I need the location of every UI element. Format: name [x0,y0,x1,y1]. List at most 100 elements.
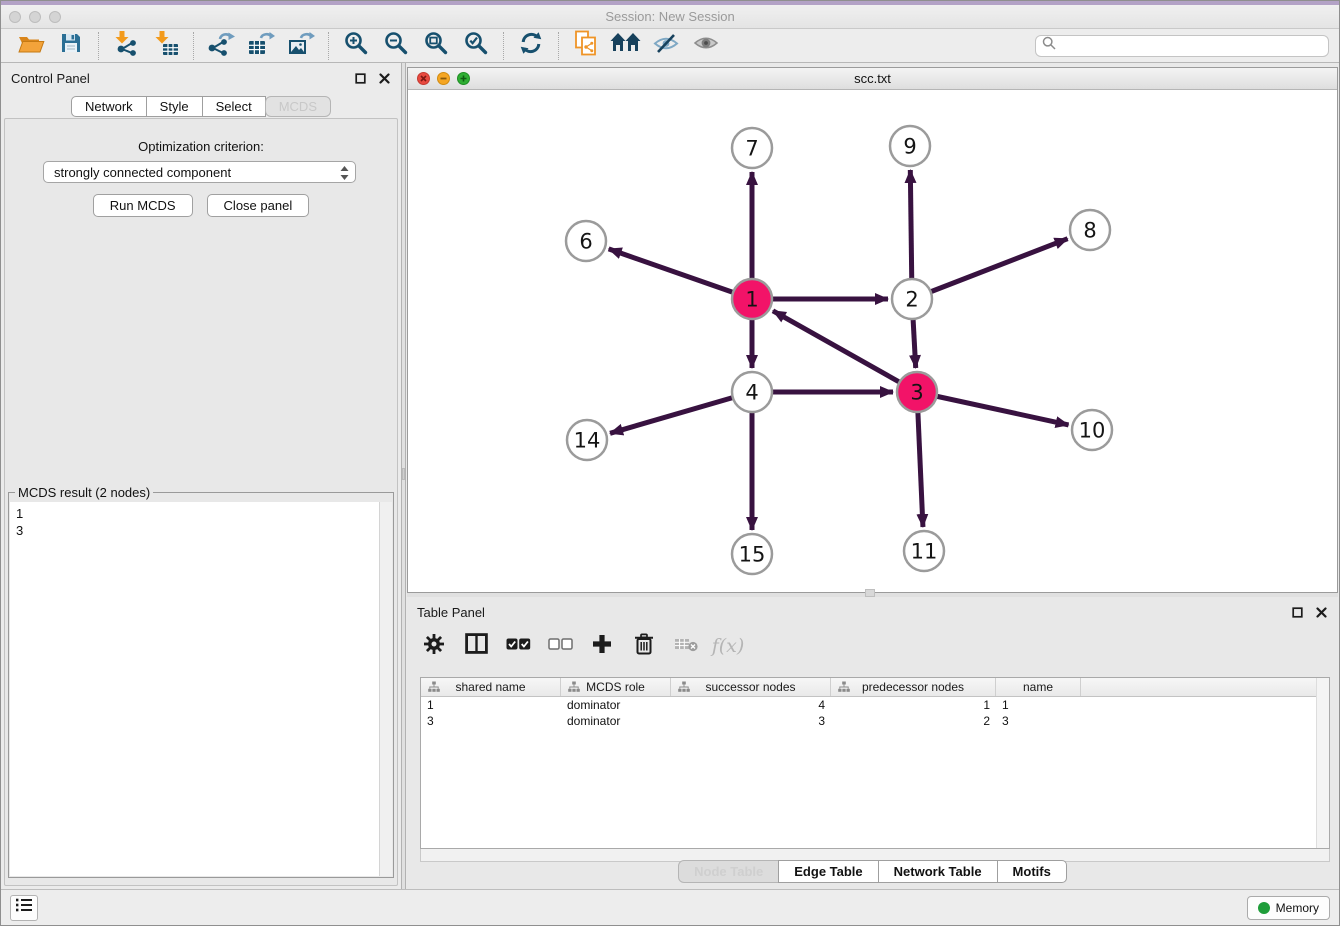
control-panel-header: Control Panel [1,63,401,93]
tab-node-table[interactable]: Node Table [678,860,779,883]
refresh-icon [519,31,543,60]
tab-network[interactable]: Network [71,96,147,117]
table-cell[interactable]: dominator [561,714,671,728]
delete-table-button[interactable] [669,629,703,663]
column-header-shared-name[interactable]: shared name [421,678,561,696]
network-canvas[interactable]: 7968124314101511 [408,90,1337,592]
graph-node-label: 6 [579,230,592,254]
zoom-selected-icon [464,31,488,60]
export-table-button[interactable] [244,31,278,61]
tab-network-table[interactable]: Network Table [878,860,998,883]
table-row[interactable]: 3dominator323 [421,713,1329,729]
copy-view-button[interactable] [569,31,603,61]
export-network-button[interactable] [204,31,238,61]
tab-style[interactable]: Style [146,96,203,117]
graph-edge-4-14[interactable] [610,392,752,433]
zoom-fit-button[interactable] [419,31,453,61]
zoom-selected-button[interactable] [459,31,493,61]
table-cell[interactable]: 3 [996,714,1081,728]
table-vertical-scrollbar[interactable] [1316,678,1329,848]
refresh-view-button[interactable] [514,31,548,61]
memory-label: Memory [1276,901,1319,915]
search-input[interactable] [1060,39,1322,53]
table-cell[interactable]: 1 [831,698,996,712]
control-panel-tabs: NetworkStyleSelectMCDS [1,96,401,117]
close-panel-button[interactable]: Close panel [207,194,310,217]
graph-edge-3-10[interactable] [917,392,1069,425]
tab-mcds[interactable]: MCDS [265,96,331,117]
graph-node-label: 2 [905,288,918,312]
export-table-icon [247,31,275,61]
splitter-grip[interactable] [865,589,875,597]
create-column-button[interactable] [585,629,619,663]
graph-node-label: 8 [1083,219,1096,243]
open-session-button[interactable] [14,31,48,61]
float-panel-icon[interactable] [353,71,367,85]
export-image-button[interactable] [284,31,318,61]
mcds-result-scrollbar[interactable] [379,502,392,876]
graph-node-label: 9 [903,135,916,159]
column-header-successor-nodes[interactable]: successor nodes [671,678,831,696]
function-builder-button[interactable]: f(x) [711,629,745,663]
table-cell[interactable]: dominator [561,698,671,712]
close-traffic-light[interactable] [9,11,21,23]
close-panel-icon[interactable] [377,71,391,85]
zoom-out-button[interactable] [379,31,413,61]
minimize-traffic-light[interactable] [29,11,41,23]
show-columns-button[interactable] [459,629,493,663]
table-cell[interactable]: 2 [831,714,996,728]
zoom-in-icon [344,31,368,60]
import-network-button[interactable] [109,31,143,61]
minimize-window-icon[interactable] [437,72,450,85]
tab-edge-table[interactable]: Edge Table [778,860,878,883]
application-window: Session: New Session [0,0,1340,926]
home-fit-button[interactable] [609,31,643,61]
export-image-icon [287,31,315,61]
column-header-mcds-role[interactable]: MCDS role [561,678,671,696]
select-all-columns-button[interactable] [501,629,535,663]
maximize-window-icon[interactable] [457,72,470,85]
hide-selected-button[interactable] [649,31,683,61]
table-options-button[interactable] [417,629,451,663]
tab-select[interactable]: Select [202,96,266,117]
table-panel: Table Panel [407,597,1338,889]
show-all-button[interactable] [689,31,723,61]
memory-button[interactable]: Memory [1247,896,1330,920]
table-cell[interactable]: 3 [671,714,831,728]
optimization-criterion-select[interactable]: strongly connected component [43,161,356,183]
mcds-result-item: 1 [16,505,373,522]
run-mcds-button[interactable]: Run MCDS [93,194,193,217]
column-header-predecessor-nodes[interactable]: predecessor nodes [831,678,996,696]
close-panel-icon[interactable] [1314,605,1328,619]
graph-edge-1-6[interactable] [609,249,752,299]
task-history-button[interactable] [10,895,38,921]
import-table-button[interactable] [149,31,183,61]
tab-motifs[interactable]: Motifs [997,860,1067,883]
float-panel-icon[interactable] [1290,605,1304,619]
graph-edge-3-1[interactable] [773,311,917,392]
copy-document-icon [574,30,598,62]
column-header-name[interactable]: name [996,678,1081,696]
splitter-grip[interactable] [402,468,405,480]
save-floppy-icon [60,32,82,59]
column-header-label: MCDS role [586,680,645,694]
table-body: 1dominator4113dominator323 [421,697,1329,729]
table-cell[interactable]: 3 [421,714,561,728]
show-eye-icon [693,33,719,58]
delete-columns-button[interactable] [627,629,661,663]
table-cell[interactable]: 1 [421,698,561,712]
graph-node-label: 7 [745,137,758,161]
table-row[interactable]: 1dominator411 [421,697,1329,713]
plus-icon [592,634,612,659]
close-window-icon[interactable] [417,72,430,85]
network-window-titlebar[interactable]: scc.txt [408,68,1337,90]
zoom-in-button[interactable] [339,31,373,61]
table-cell[interactable]: 4 [671,698,831,712]
zoom-traffic-light[interactable] [49,11,61,23]
home-network-icon [610,32,642,59]
save-session-button[interactable] [54,31,88,61]
deselect-all-columns-button[interactable] [543,629,577,663]
table-cell[interactable]: 1 [996,698,1081,712]
graph-edge-2-8[interactable] [912,239,1068,299]
network-window-title: scc.txt [408,71,1337,86]
